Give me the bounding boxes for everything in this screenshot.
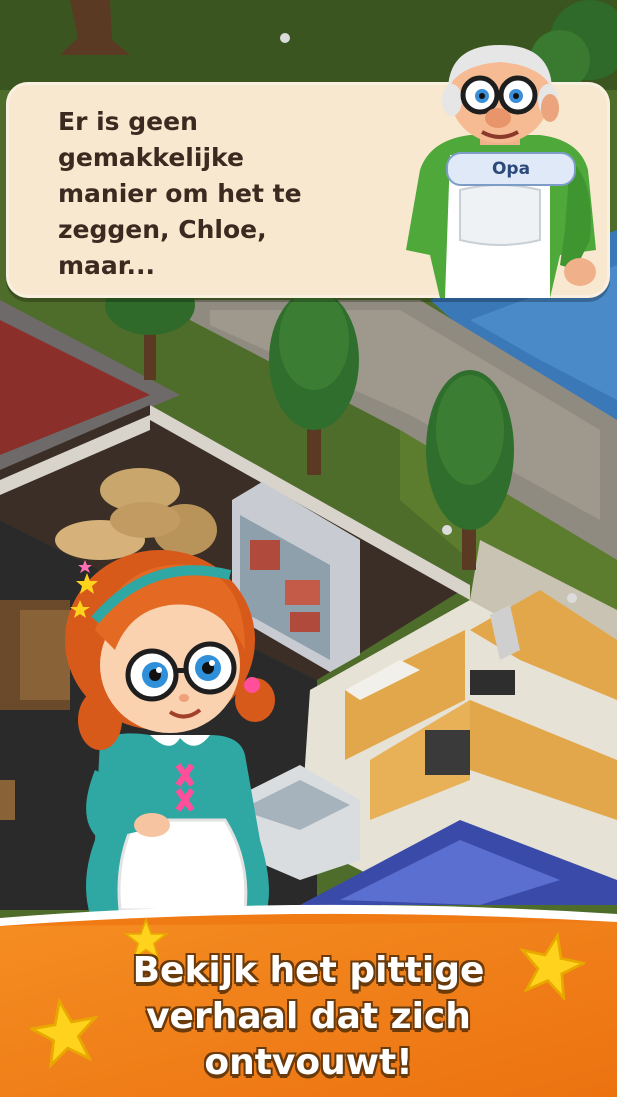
chloe-character: [65, 550, 275, 915]
speaker-name-tag: Opa: [446, 152, 576, 186]
banner-caption: Bekijk het pittige verhaal dat zich ontv…: [132, 950, 485, 1083]
dialog-text: Er is geen gemakkelijke manier om het te…: [58, 107, 302, 280]
